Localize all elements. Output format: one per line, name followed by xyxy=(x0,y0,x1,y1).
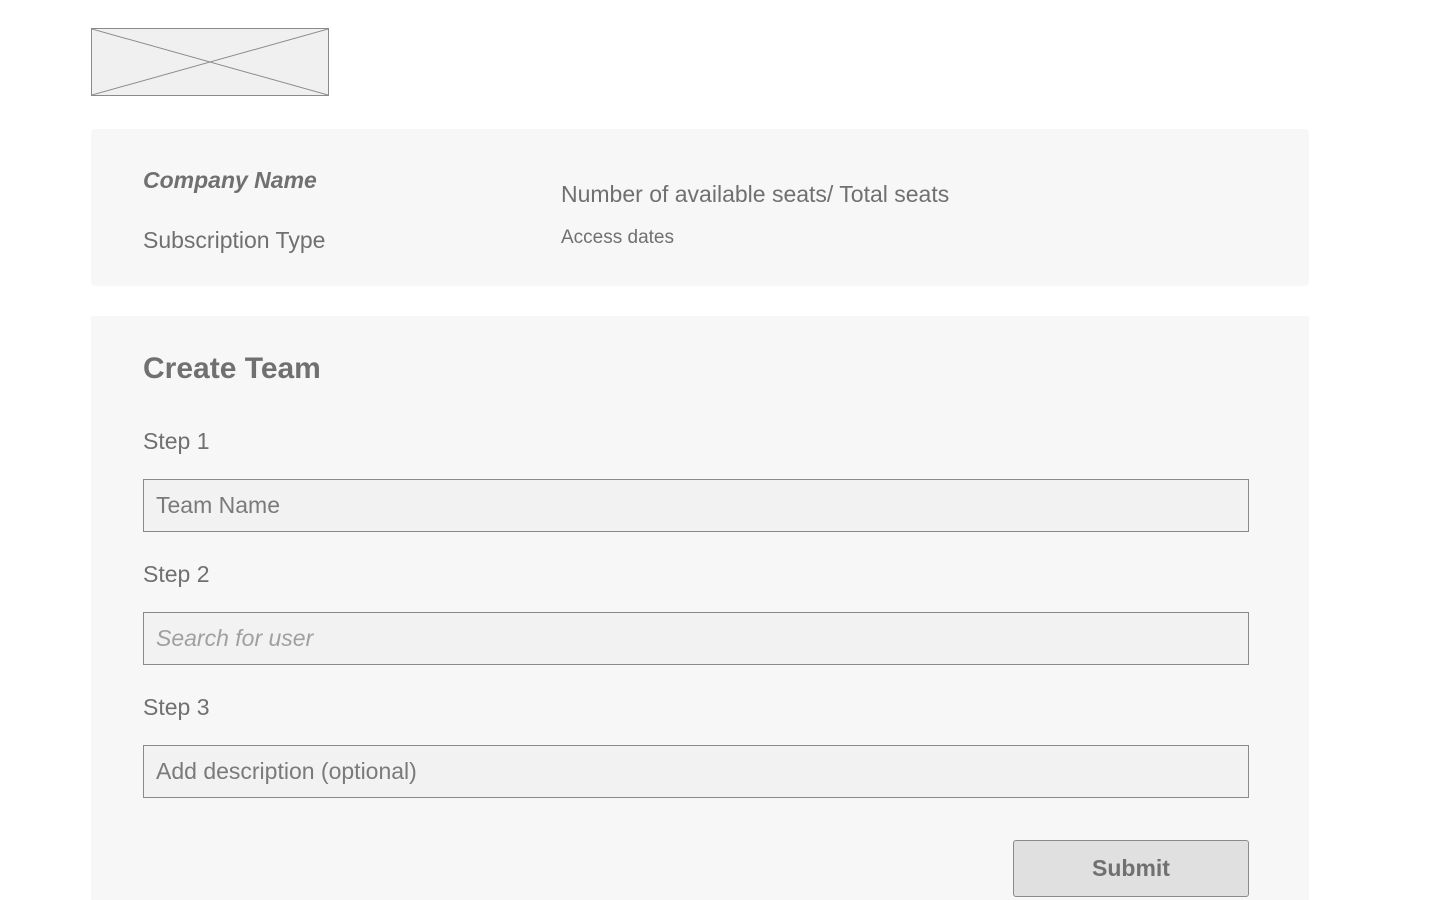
subscription-info-panel: Company Name Subscription Type Number of… xyxy=(91,129,1309,286)
form-title: Create Team xyxy=(143,352,321,385)
image-placeholder-icon xyxy=(91,28,329,96)
search-user-input[interactable] xyxy=(143,612,1249,665)
step-1-label: Step 1 xyxy=(143,428,210,454)
seats-summary: Number of available seats/ Total seats xyxy=(561,181,950,207)
access-dates: Access dates xyxy=(561,227,674,248)
team-name-input[interactable] xyxy=(143,479,1249,532)
step-2-label: Step 2 xyxy=(143,561,210,587)
description-input[interactable] xyxy=(143,745,1249,798)
company-name: Company Name xyxy=(143,167,317,193)
create-team-form: Create Team Step 1 Step 2 Step 3 Submit xyxy=(91,316,1309,900)
subscription-type: Subscription Type xyxy=(143,227,326,253)
step-3-label: Step 3 xyxy=(143,694,210,720)
create-team-page: Company Name Subscription Type Number of… xyxy=(0,0,1440,900)
submit-button[interactable]: Submit xyxy=(1013,840,1249,897)
